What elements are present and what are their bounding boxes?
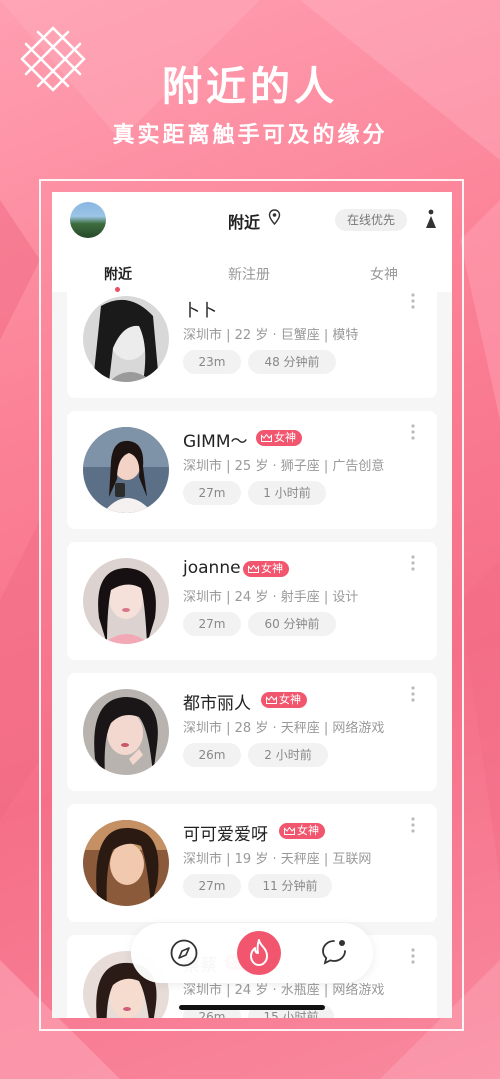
- bottom-nav: [131, 923, 373, 983]
- badge-label: 女神: [279, 693, 301, 706]
- tab-goddess[interactable]: 女神: [370, 264, 398, 284]
- goddess-badge: 女神: [243, 561, 289, 577]
- tab-bar: 附近 新注册 女神: [52, 244, 452, 292]
- more-icon[interactable]: [410, 685, 416, 703]
- user-name: GIMM～: [183, 432, 248, 452]
- flame-icon: [250, 939, 268, 966]
- goddess-badge: 女神: [279, 823, 325, 839]
- distance-chip: 27m: [183, 874, 241, 898]
- home-indicator: [179, 1005, 325, 1010]
- more-icon[interactable]: [410, 292, 416, 310]
- badge-label: 女神: [274, 431, 296, 444]
- hero-title: 附近的人: [162, 64, 338, 110]
- user-info: 深圳市 | 24 岁 · 射手座 | 设计: [183, 590, 359, 605]
- last-active-chip: 1 小时前: [248, 481, 326, 505]
- phone-screen: 附近 在线优先 附近 新注册 女神 卜卜 深圳市 | 22 岁 · 巨蟹座 | …: [52, 192, 452, 1018]
- user-name: 卜卜: [183, 301, 217, 321]
- goddess-badge: 女神: [256, 430, 302, 446]
- user-avatar[interactable]: [83, 689, 169, 775]
- page-title: 附近: [228, 213, 261, 232]
- tab-new-registered[interactable]: 新注册: [228, 264, 270, 284]
- distance-chip: 27m: [183, 612, 241, 636]
- top-bar: 附近 在线优先: [52, 192, 452, 244]
- user-info: 深圳市 | 28 岁 · 天秤座 | 网络游戏: [183, 721, 385, 736]
- distance-chip: 23m: [183, 350, 241, 374]
- user-name: joanne: [183, 558, 241, 578]
- more-icon[interactable]: [410, 947, 416, 965]
- last-active-chip: 60 分钟前: [248, 612, 336, 636]
- badge-label: 女神: [297, 824, 319, 837]
- distance-chip: 26m: [183, 743, 241, 767]
- last-active-chip: 2 小时前: [248, 743, 328, 767]
- online-first-button[interactable]: 在线优先: [335, 209, 407, 231]
- user-card[interactable]: joanne 女神 深圳市 | 24 岁 · 射手座 | 设计 27m 60 分…: [67, 542, 437, 660]
- user-list: 卜卜 深圳市 | 22 岁 · 巨蟹座 | 模特 23m 48 分钟前 GIMM…: [52, 292, 452, 1018]
- user-name: 可可爱爱呀: [183, 825, 268, 845]
- user-card[interactable]: 可可爱爱呀 女神 深圳市 | 19 岁 · 天秤座 | 互联网 27m 11 分…: [67, 804, 437, 922]
- distance-chip: 27m: [183, 481, 241, 505]
- user-info: 深圳市 | 25 岁 · 狮子座 | 广告创意: [183, 459, 385, 474]
- chat-icon[interactable]: [319, 937, 349, 967]
- user-info: 深圳市 | 22 岁 · 巨蟹座 | 模特: [183, 328, 359, 343]
- compass-icon[interactable]: [169, 938, 199, 968]
- user-card[interactable]: GIMM～ 女神 深圳市 | 25 岁 · 狮子座 | 广告创意 27m 1 小…: [67, 411, 437, 529]
- goddess-badge: 女神: [261, 692, 307, 708]
- more-icon[interactable]: [410, 554, 416, 572]
- my-avatar[interactable]: [70, 202, 106, 238]
- tab-nearby[interactable]: 附近: [104, 264, 132, 284]
- badge-label: 女神: [261, 562, 283, 575]
- user-avatar[interactable]: [83, 427, 169, 513]
- user-avatar[interactable]: [83, 296, 169, 382]
- crown-icon: [248, 565, 259, 573]
- more-icon[interactable]: [410, 423, 416, 441]
- user-name: 都市丽人: [183, 694, 251, 714]
- crown-icon: [266, 696, 277, 704]
- more-icon[interactable]: [410, 816, 416, 834]
- last-active-chip: 11 分钟前: [248, 874, 332, 898]
- user-avatar[interactable]: [83, 558, 169, 644]
- person-icon[interactable]: [424, 209, 438, 229]
- location-pin-icon[interactable]: [268, 209, 281, 225]
- user-info: 深圳市 | 19 岁 · 天秤座 | 互联网: [183, 852, 372, 867]
- nearby-nav-button[interactable]: [237, 931, 281, 975]
- user-card[interactable]: 都市丽人 女神 深圳市 | 28 岁 · 天秤座 | 网络游戏 26m 2 小时…: [67, 673, 437, 791]
- last-active-chip: 48 分钟前: [248, 350, 336, 374]
- user-avatar[interactable]: [83, 820, 169, 906]
- user-card[interactable]: 卜卜 深圳市 | 22 岁 · 巨蟹座 | 模特 23m 48 分钟前: [67, 292, 437, 398]
- crown-icon: [284, 827, 295, 835]
- hero-subtitle: 真实距离触手可及的缘分: [112, 123, 388, 148]
- crown-icon: [261, 434, 272, 442]
